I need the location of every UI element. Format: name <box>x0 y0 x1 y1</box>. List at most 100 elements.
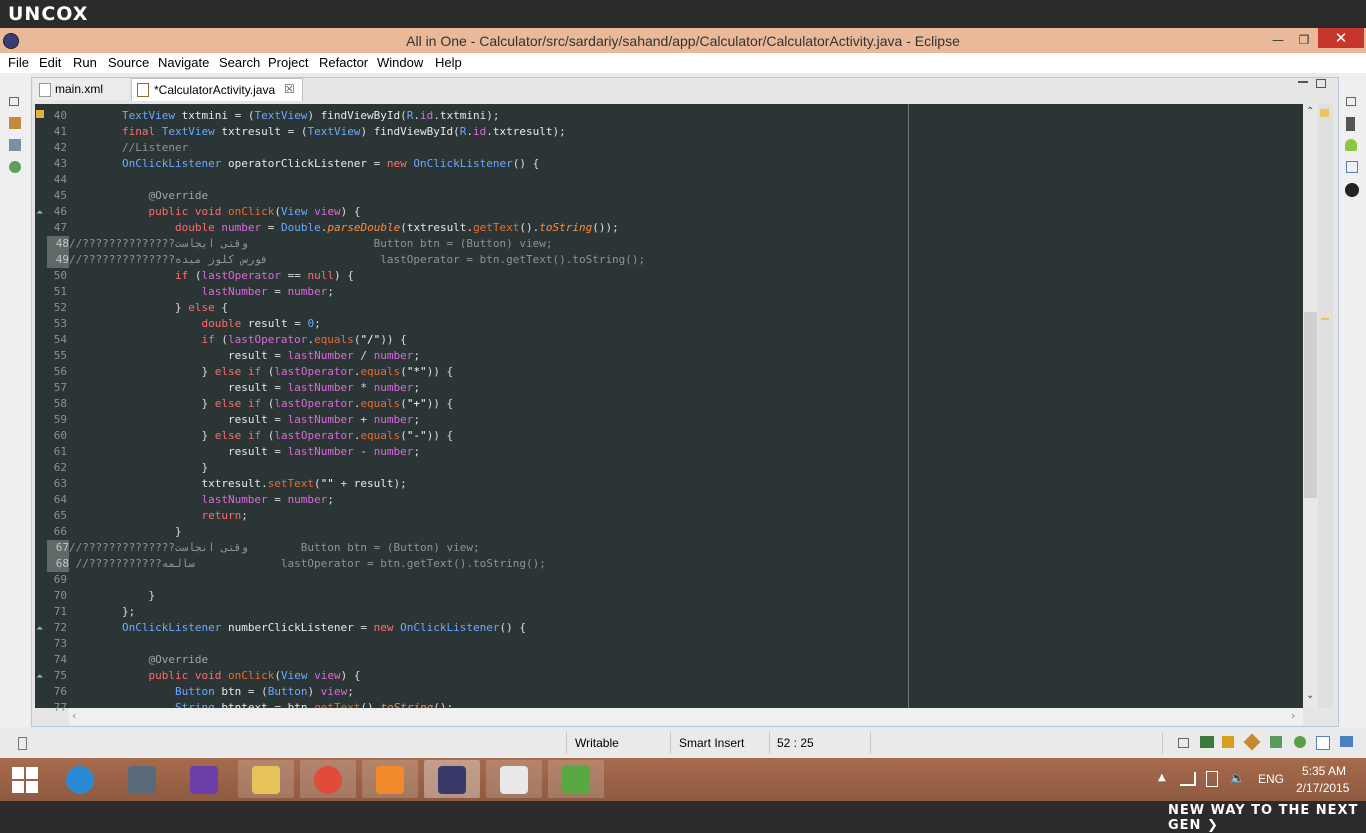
menu-project[interactable]: Project <box>268 55 308 70</box>
code-line[interactable]: result = lastNumber + number; <box>69 412 1303 428</box>
taskbar-bluestacks[interactable] <box>548 760 604 798</box>
layout-icon[interactable] <box>1346 161 1358 173</box>
warning-marker-icon[interactable] <box>36 110 44 118</box>
code-line[interactable]: } <box>69 460 1303 476</box>
code-line[interactable]: OnClickListener numberClickListener = ne… <box>69 620 1303 636</box>
menu-run[interactable]: Run <box>73 55 97 70</box>
taskbar-file-explorer[interactable] <box>238 760 294 798</box>
code-line[interactable]: //??????????????فورس کلوز میده lastOpera… <box>69 252 1303 268</box>
minimize-button[interactable]: — <box>1265 32 1291 48</box>
scroll-right-icon[interactable]: › <box>1291 709 1295 722</box>
package-explorer-icon[interactable] <box>9 117 21 129</box>
device-icon[interactable] <box>1346 117 1355 131</box>
code-line[interactable]: } <box>69 524 1303 540</box>
taskbar-chrome[interactable] <box>300 760 356 798</box>
code-line[interactable]: public void onClick(View view) { <box>69 668 1303 684</box>
code-line[interactable]: result = lastNumber - number; <box>69 444 1303 460</box>
hierarchy-icon[interactable] <box>9 161 21 173</box>
close-button[interactable]: ✕ <box>1318 28 1364 48</box>
tab-calculator-activity[interactable]: *CalculatorActivity.java ☒ <box>131 78 303 101</box>
code-line[interactable]: @Override <box>69 652 1303 668</box>
code-line[interactable]: String btntext = btn.getText().toString(… <box>69 700 1303 708</box>
code-line[interactable]: } <box>69 588 1303 604</box>
code-line[interactable]: OnClickListener operatorClickListener = … <box>69 156 1303 172</box>
signal-icon[interactable] <box>1180 772 1196 786</box>
code-line[interactable]: result = lastNumber * number; <box>69 380 1303 396</box>
hierarchy-icon[interactable] <box>1270 736 1282 748</box>
code-line[interactable]: public void onClick(View view) { <box>69 204 1303 220</box>
close-tab-icon[interactable]: ☒ <box>284 82 295 96</box>
bug-icon[interactable] <box>1294 736 1306 748</box>
code-line[interactable]: //??????????????وقتی انجاست Button btn =… <box>69 540 1303 556</box>
restore-view-icon[interactable] <box>1346 97 1356 106</box>
menu-search[interactable]: Search <box>219 55 260 70</box>
restore-view-icon[interactable] <box>9 97 19 106</box>
overview-marker[interactable] <box>1321 318 1329 320</box>
code-line[interactable] <box>69 172 1303 188</box>
taskbar-visual-studio[interactable] <box>176 760 232 798</box>
code-editor[interactable]: TextView txtmini = (TextView) findViewBy… <box>69 104 1303 708</box>
monitor-icon[interactable] <box>1340 736 1353 747</box>
code-line[interactable]: } else if (lastOperator.equals("-")) { <box>69 428 1303 444</box>
menu-edit[interactable]: Edit <box>39 55 61 70</box>
taskbar-internet-explorer[interactable] <box>52 760 108 798</box>
code-line[interactable]: lastNumber = number; <box>69 492 1303 508</box>
scrollbar-thumb[interactable] <box>1304 312 1317 498</box>
menu-refactor[interactable]: Refactor <box>319 55 368 70</box>
code-line[interactable]: } else if (lastOperator.equals("+")) { <box>69 396 1303 412</box>
code-line[interactable]: TextView txtmini = (TextView) findViewBy… <box>69 108 1303 124</box>
warning-overview-icon[interactable] <box>1320 109 1329 117</box>
clock-date[interactable]: 2/17/2015 <box>1296 781 1349 795</box>
pencil-icon[interactable] <box>1243 733 1261 751</box>
menu-window[interactable]: Window <box>377 55 423 70</box>
code-line[interactable]: return; <box>69 508 1303 524</box>
menu-navigate[interactable]: Navigate <box>158 55 209 70</box>
code-line[interactable]: //???????????سالمه lastOperator = btn.ge… <box>69 556 1303 572</box>
fast-view-icon[interactable] <box>18 737 27 750</box>
code-line[interactable]: double number = Double.parseDouble(txtre… <box>69 220 1303 236</box>
menu-help[interactable]: Help <box>435 55 462 70</box>
code-line[interactable]: }; <box>69 604 1303 620</box>
code-line[interactable]: final TextView txtresult = (TextView) fi… <box>69 124 1303 140</box>
volume-icon[interactable]: 🔈 <box>1230 771 1245 785</box>
restore-icon[interactable] <box>1178 738 1189 748</box>
console-icon[interactable] <box>1200 736 1214 748</box>
scroll-up-icon[interactable]: ⌃ <box>1306 106 1314 117</box>
windows-start-button[interactable] <box>12 767 38 793</box>
minimize-editor-icon[interactable] <box>1298 81 1308 83</box>
code-line[interactable] <box>69 636 1303 652</box>
android-icon[interactable] <box>1345 139 1357 151</box>
code-line[interactable] <box>69 572 1303 588</box>
code-line[interactable]: //Listener <box>69 140 1303 156</box>
code-line[interactable]: //??????????????وقتی ایجاست Button btn =… <box>69 236 1303 252</box>
maximize-editor-icon[interactable] <box>1316 79 1326 88</box>
fold-marker-icon[interactable]: ⏶ <box>36 672 43 682</box>
menu-file[interactable]: File <box>8 55 29 70</box>
code-line[interactable]: txtresult.setText("" + result); <box>69 476 1303 492</box>
language-indicator[interactable]: ENG <box>1258 772 1284 786</box>
code-line[interactable]: double result = 0; <box>69 316 1303 332</box>
code-line[interactable]: if (lastOperator == null) { <box>69 268 1303 284</box>
taskbar-media-player[interactable] <box>362 760 418 798</box>
taskbar-calculator[interactable] <box>114 760 170 798</box>
outline-icon[interactable] <box>9 139 21 151</box>
problems-icon[interactable] <box>1316 736 1330 750</box>
scroll-left-icon[interactable]: ‹ <box>72 709 76 722</box>
tab-main-xml[interactable]: main.xml <box>33 78 129 100</box>
code-line[interactable]: } else { <box>69 300 1303 316</box>
scroll-down-icon[interactable]: ⌄ <box>1306 690 1314 701</box>
code-line[interactable]: @Override <box>69 188 1303 204</box>
tasks-icon[interactable] <box>1222 736 1234 748</box>
menu-source[interactable]: Source <box>108 55 149 70</box>
code-line[interactable]: } else if (lastOperator.equals("*")) { <box>69 364 1303 380</box>
fold-marker-icon[interactable]: ⏶ <box>36 624 43 634</box>
code-line[interactable]: lastNumber = number; <box>69 284 1303 300</box>
restore-button[interactable]: ❐ <box>1291 32 1317 48</box>
battery-icon[interactable] <box>1206 771 1218 787</box>
taskbar-eclipse[interactable] <box>424 760 480 798</box>
fold-marker-icon[interactable]: ⏶ <box>36 208 43 218</box>
code-line[interactable]: Button btn = (Button) view; <box>69 684 1303 700</box>
camera-icon[interactable] <box>1345 183 1359 197</box>
horizontal-scrollbar[interactable]: ‹ › <box>69 708 1303 725</box>
taskbar-app[interactable] <box>486 760 542 798</box>
